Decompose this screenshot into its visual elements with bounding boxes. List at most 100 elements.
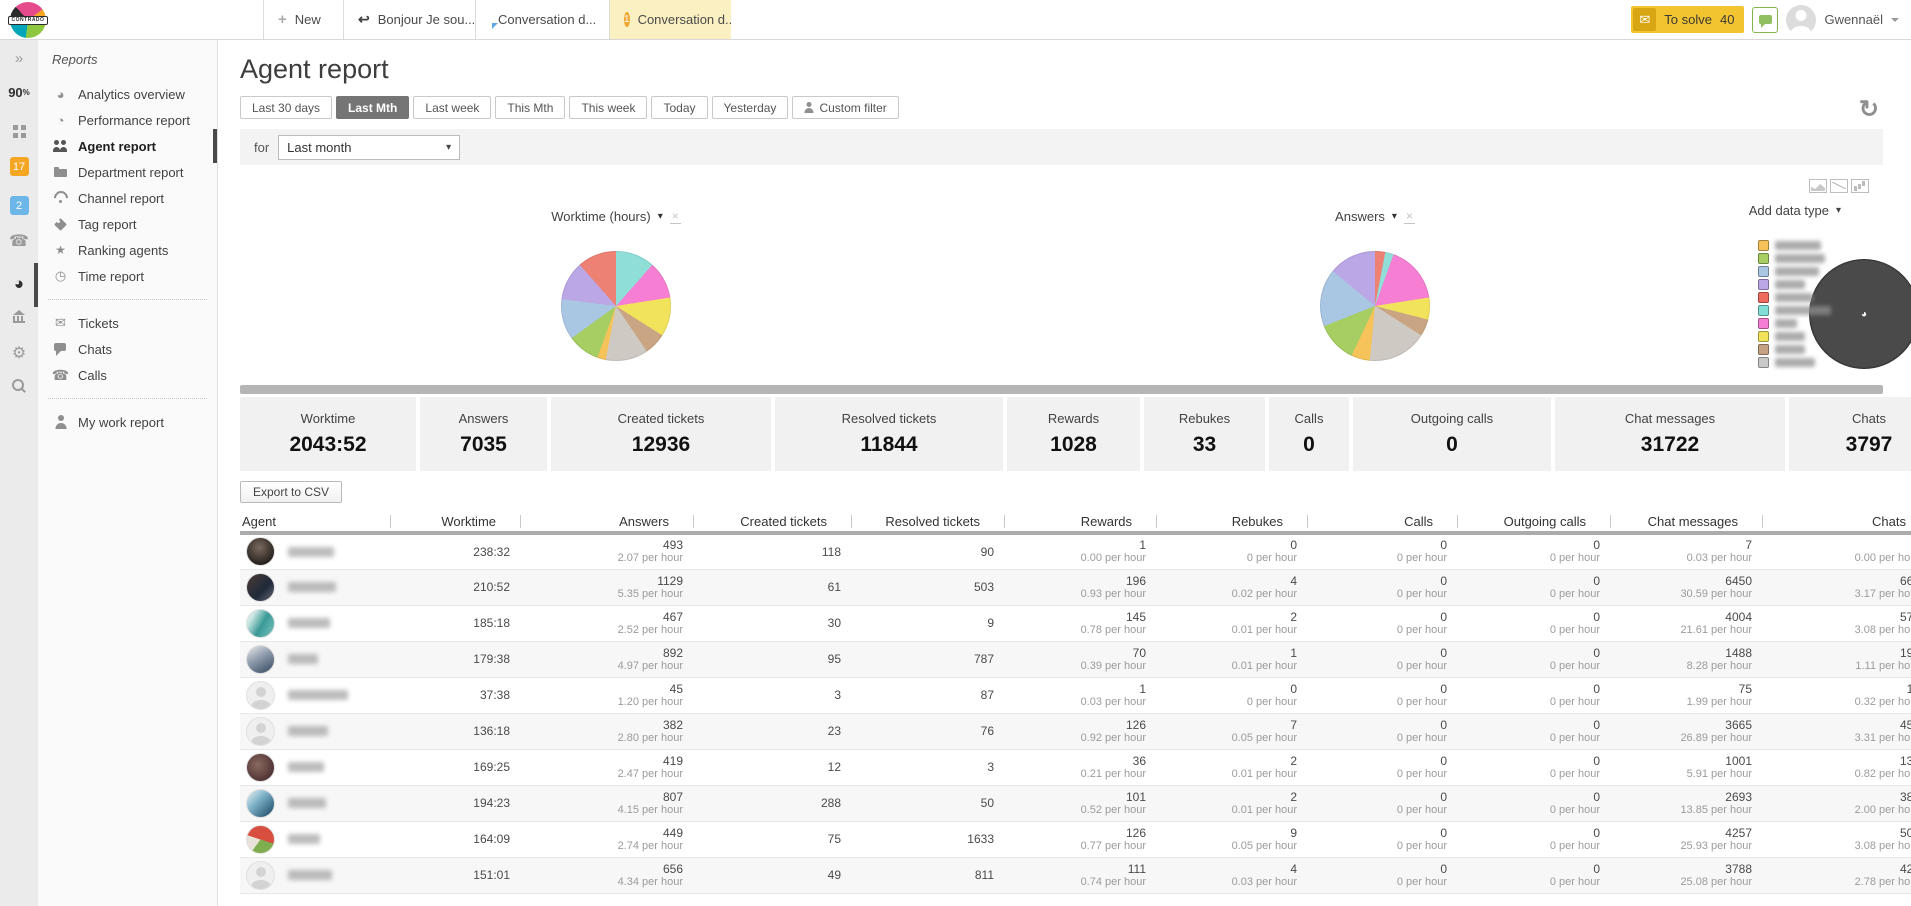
export-csv-button[interactable]: Export to CSV [240, 481, 342, 503]
calls-cell: 00 per hour [1307, 857, 1457, 893]
table-row[interactable]: 169:25 4192.47 per hour 12 3 360.21 per … [240, 749, 1911, 785]
ticket-tab[interactable]: + ↩ Conversation d... [475, 0, 609, 39]
column-header[interactable]: Rebukes [1156, 511, 1307, 533]
sidebar-item[interactable]: Calls [38, 362, 217, 388]
date-filter-button[interactable]: Custom filter [792, 96, 898, 119]
date-filter-button[interactable]: Last week [413, 96, 491, 119]
bar-chart-icon[interactable] [1851, 179, 1869, 193]
period-select[interactable]: Last month ▾ [278, 135, 460, 160]
date-filter-button[interactable]: This week [569, 96, 647, 119]
column-header[interactable]: Outgoing calls [1457, 511, 1610, 533]
ticket-tab[interactable]: + ↩ 1 Conversation d... [609, 0, 731, 39]
sidebar-item[interactable]: Ranking agents [38, 237, 217, 263]
legend-item[interactable] [1758, 239, 1831, 252]
table-row[interactable]: 37:38 451.20 per hour 3 87 10.03 per hou… [240, 677, 1911, 713]
agent-cell[interactable] [240, 605, 390, 641]
date-filter-button[interactable]: Today [651, 96, 707, 119]
ticket-tab[interactable]: + ↩ New [263, 0, 343, 39]
stat-label: Chat messages [1625, 411, 1715, 426]
column-header[interactable]: Agent [240, 511, 390, 533]
close-icon[interactable]: × [670, 209, 681, 224]
sidebar-item[interactable]: Channel report [38, 185, 217, 211]
chart-title-text[interactable]: Answers [1335, 209, 1385, 224]
column-header[interactable]: Rewards [1004, 511, 1156, 533]
user-avatar[interactable] [1786, 5, 1816, 35]
chat-button[interactable] [1752, 7, 1778, 33]
worktime-pie-chart[interactable] [561, 251, 671, 361]
legend-item[interactable] [1758, 317, 1831, 330]
agent-cell[interactable] [240, 533, 390, 569]
tickets-badge[interactable]: 17 [0, 157, 38, 176]
table-row[interactable]: 151:01 6564.34 per hour 49 811 1110.74 p… [240, 857, 1911, 893]
logo-icon: CONTRADO [10, 2, 46, 38]
area-chart-icon[interactable] [1809, 179, 1827, 193]
search-rail-icon[interactable] [0, 377, 38, 395]
agent-cell[interactable] [240, 713, 390, 749]
agent-cell[interactable] [240, 749, 390, 785]
column-header[interactable]: Chats [1762, 511, 1911, 533]
sidebar-item[interactable]: Time report [38, 263, 217, 289]
horizontal-scrollbar[interactable] [240, 385, 1883, 394]
sidebar-item[interactable]: Tag report [38, 211, 217, 237]
legend-item[interactable] [1758, 343, 1831, 356]
chevron-down-icon[interactable]: ▾ [658, 211, 663, 222]
reports-rail-icon[interactable]: ◕ [0, 273, 38, 295]
sidebar-item[interactable]: Agent report [38, 133, 217, 159]
legend-item[interactable] [1758, 291, 1831, 304]
agent-cell[interactable] [240, 569, 390, 605]
column-header[interactable]: Created tickets [693, 511, 851, 533]
sidebar-item[interactable]: Chats [38, 336, 217, 362]
legend-item[interactable] [1758, 356, 1831, 369]
table-row[interactable]: 194:23 8074.15 per hour 288 50 1010.52 p… [240, 785, 1911, 821]
date-filter-button[interactable]: Last Mth [336, 96, 409, 119]
table-row[interactable]: 185:18 4672.52 per hour 30 9 1450.78 per… [240, 605, 1911, 641]
sidebar-item[interactable]: Department report [38, 159, 217, 185]
agent-cell[interactable] [240, 785, 390, 821]
column-header[interactable]: Chat messages [1610, 511, 1762, 533]
legend-item[interactable] [1758, 265, 1831, 278]
date-filter-button[interactable]: Last 30 days [240, 96, 332, 119]
sidebar-item[interactable]: My work report [38, 409, 217, 435]
date-filter-button[interactable]: Yesterday [712, 96, 789, 119]
chats-badge[interactable]: 2 [0, 196, 38, 215]
settings-gear-icon[interactable]: ⚙ [0, 343, 38, 363]
to-solve-button[interactable]: ✉ To solve 40 [1631, 6, 1744, 33]
date-filter-button[interactable]: This Mth [495, 96, 565, 119]
table-row[interactable]: 179:38 8924.97 per hour 95 787 700.39 pe… [240, 641, 1911, 677]
table-row[interactable]: 238:32 4932.07 per hour 118 90 10.00 per… [240, 533, 1911, 569]
user-name[interactable]: Gwennaël [1824, 12, 1883, 27]
add-data-type-button[interactable]: Add data type ▾ [1749, 203, 1841, 218]
line-chart-icon[interactable] [1830, 179, 1848, 193]
agent-cell[interactable] [240, 857, 390, 893]
sidebar-item[interactable]: Analytics overview [38, 81, 217, 107]
calls-rail-icon[interactable]: ☎ [0, 231, 38, 251]
close-icon[interactable]: × [1404, 209, 1415, 224]
table-row[interactable]: 164:09 4492.74 per hour 75 1633 1260.77 … [240, 821, 1911, 857]
agent-cell[interactable] [240, 821, 390, 857]
dashboard-grid-icon[interactable] [0, 124, 38, 138]
expand-rail-icon[interactable]: » [0, 48, 38, 68]
ticket-tab[interactable]: + ↩ Bonjour Je sou... [343, 0, 475, 39]
answers-pie-chart[interactable] [1320, 251, 1430, 361]
legend-item[interactable] [1758, 304, 1831, 317]
user-menu-caret-icon[interactable] [1891, 18, 1899, 26]
column-header[interactable]: Worktime [390, 511, 520, 533]
table-row[interactable]: 136:18 3822.80 per hour 23 76 1260.92 pe… [240, 713, 1911, 749]
agent-cell[interactable] [240, 677, 390, 713]
agent-cell[interactable] [240, 641, 390, 677]
chart-title-text[interactable]: Worktime (hours) [551, 209, 650, 224]
legend-item[interactable] [1758, 252, 1831, 265]
legend-item[interactable] [1758, 278, 1831, 291]
legend-item[interactable] [1758, 330, 1831, 343]
sidebar-item[interactable]: Performance report [38, 107, 217, 133]
zoom-level[interactable]: 90% [0, 82, 38, 102]
column-header[interactable]: Calls [1307, 511, 1457, 533]
column-header[interactable]: Answers [520, 511, 693, 533]
column-header[interactable]: Resolved tickets [851, 511, 1004, 533]
chevron-down-icon[interactable]: ▾ [1392, 211, 1397, 222]
table-row[interactable]: 210:52 11295.35 per hour 61 503 1960.93 … [240, 569, 1911, 605]
company-rail-icon[interactable] [0, 309, 38, 325]
app-logo[interactable]: CONTRADO [0, 0, 56, 39]
refresh-icon[interactable]: ↻ [1859, 95, 1879, 124]
sidebar-item[interactable]: Tickets [38, 310, 217, 336]
